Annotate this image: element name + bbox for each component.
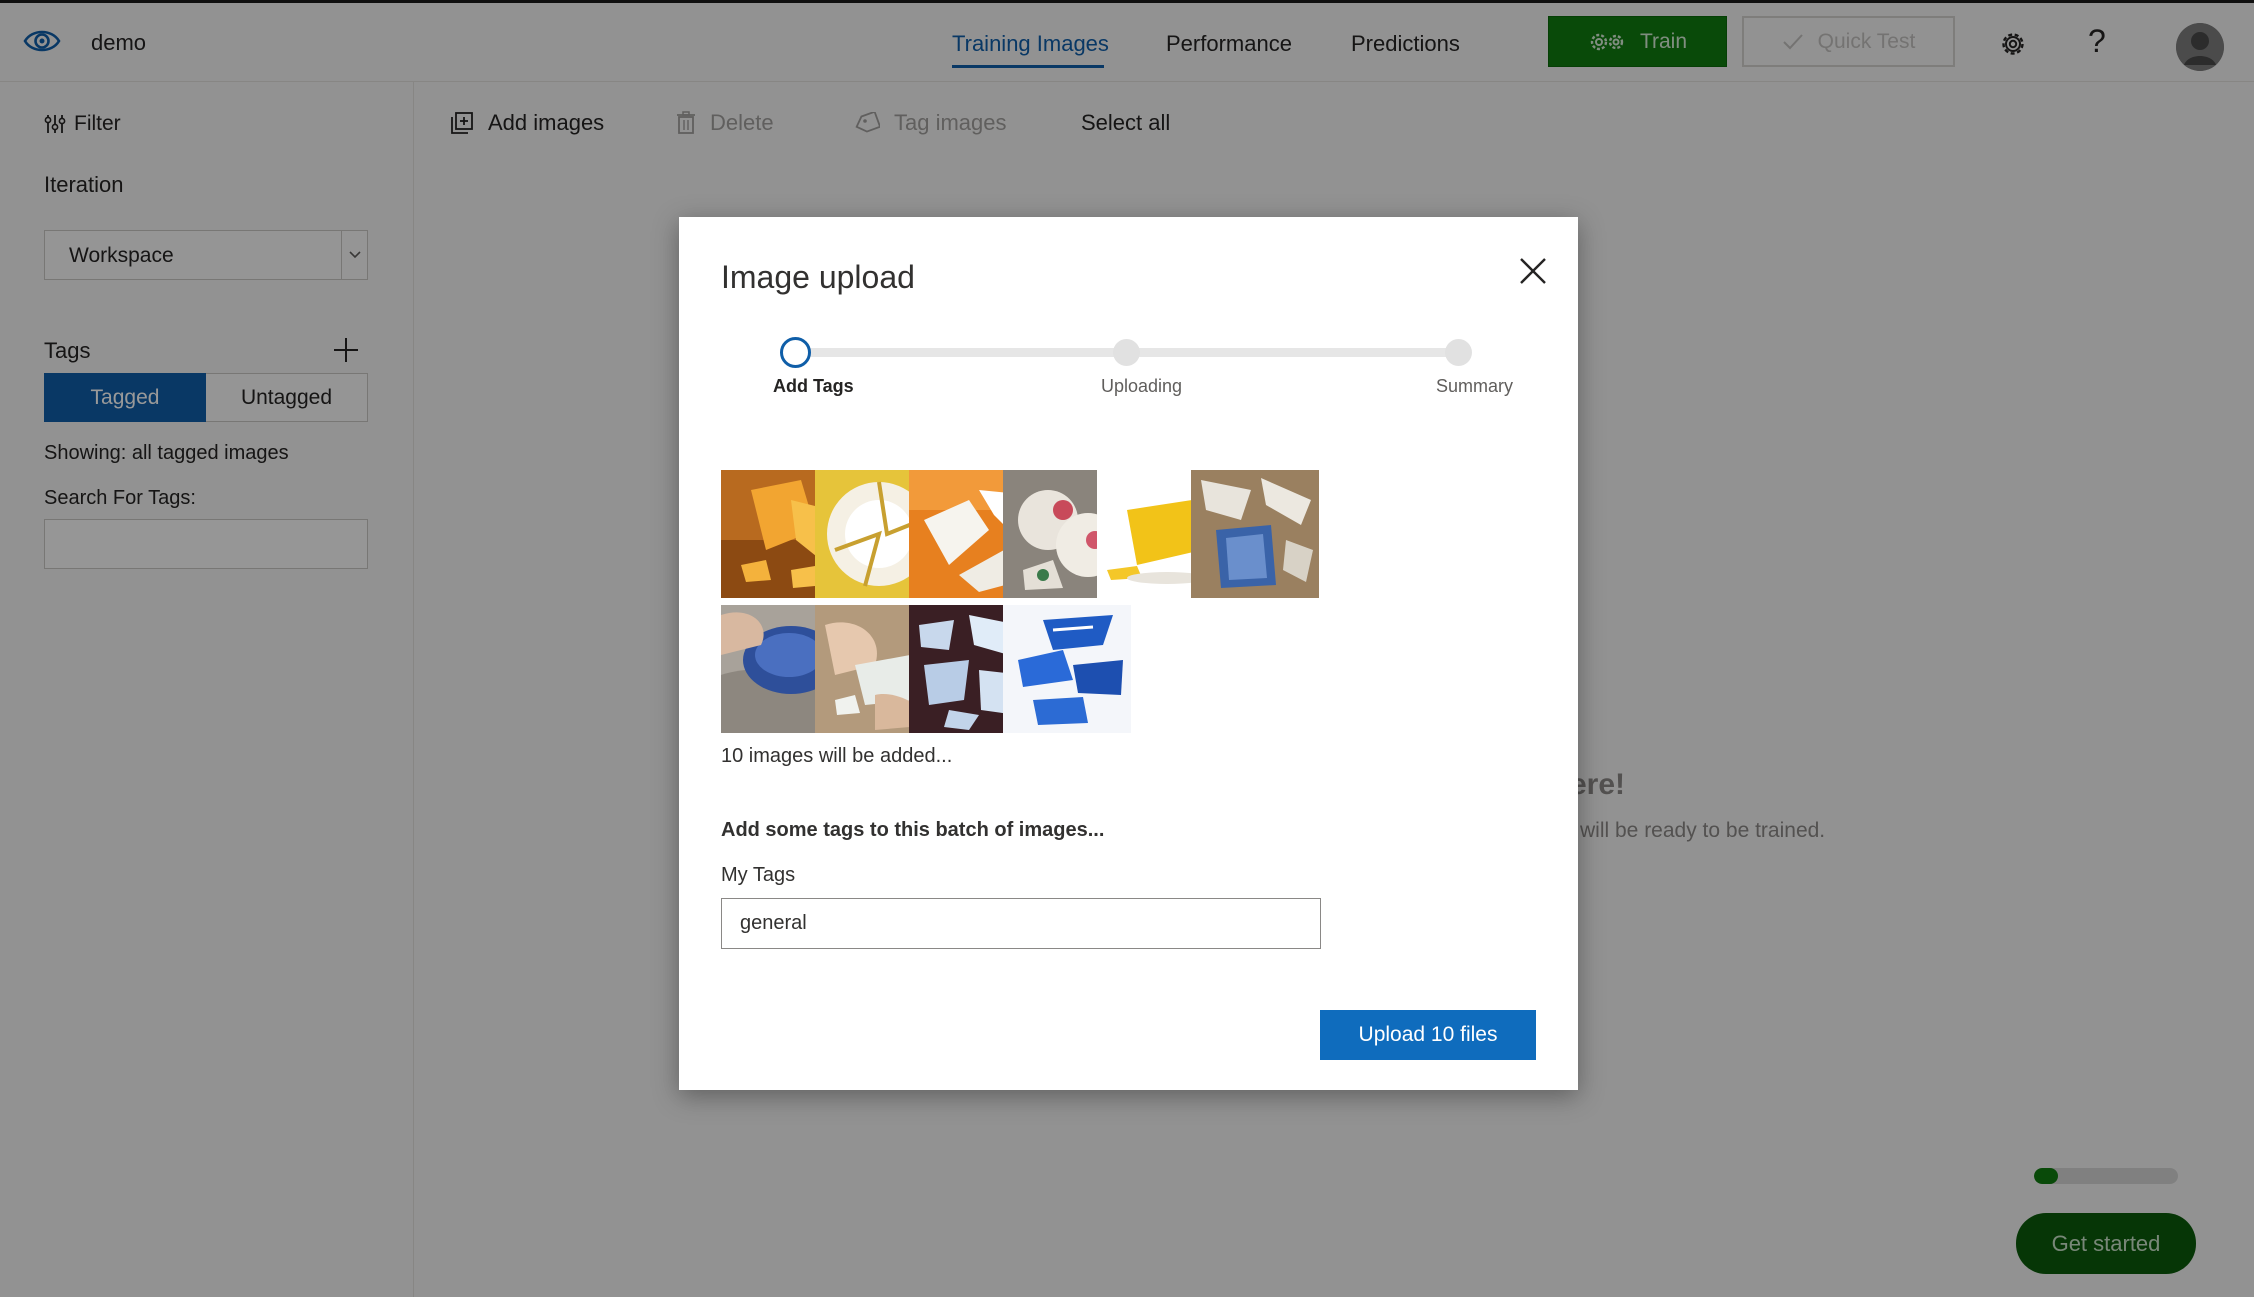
step-uploading-dot: [1113, 339, 1140, 366]
step-summary-label: Summary: [1436, 376, 1514, 396]
step-summary-dot: [1445, 339, 1472, 366]
close-icon[interactable]: [1515, 253, 1551, 289]
images-count-text: 10 images will be added...: [721, 745, 953, 767]
image-upload-dialog: Image upload Add Tags Uploading Summary: [679, 217, 1578, 1090]
upload-files-button[interactable]: Upload 10 files: [1320, 1010, 1536, 1060]
step-add-tags-dot: [780, 337, 811, 368]
dialog-title: Image upload: [721, 259, 915, 295]
my-tags-input[interactable]: general: [721, 898, 1321, 949]
image-thumbnail: [1191, 470, 1319, 598]
step-add-tags-label: Add Tags: [773, 376, 854, 396]
image-thumbnail: [1003, 605, 1131, 733]
my-tags-label: My Tags: [721, 864, 796, 886]
add-tags-prompt: Add some tags to this batch of images...: [721, 819, 1105, 841]
step-uploading-label: Uploading: [1101, 376, 1183, 396]
